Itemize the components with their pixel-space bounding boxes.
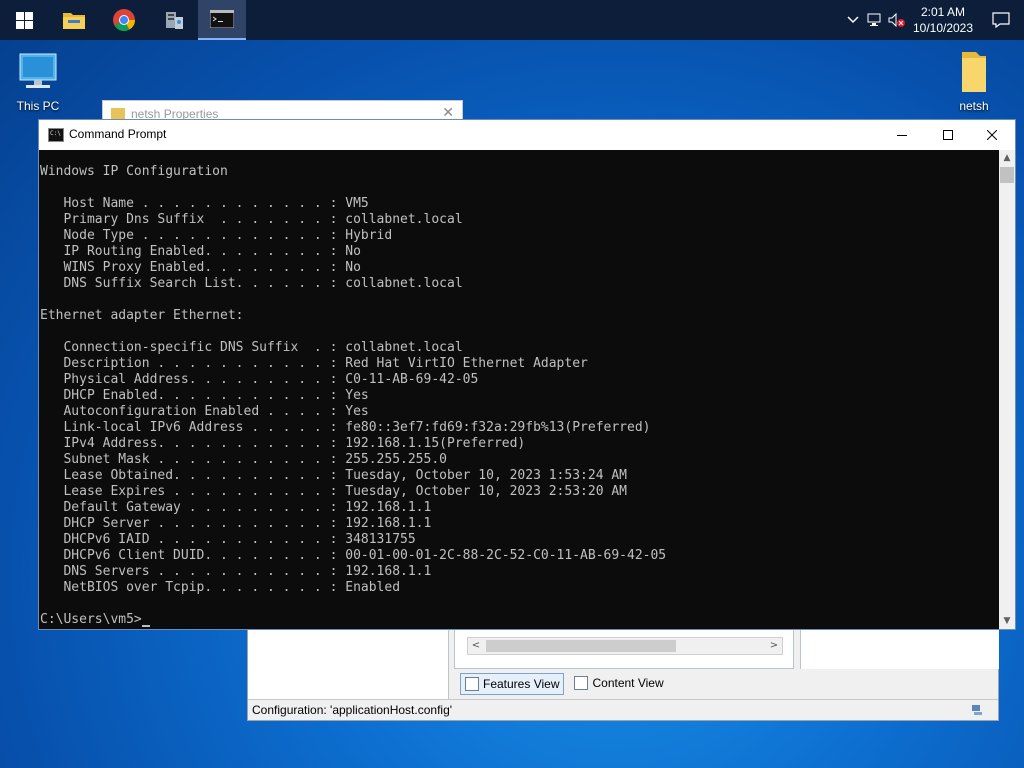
notification-icon <box>992 12 1010 28</box>
iis-manager-window: < > Features View Content View Configura… <box>247 620 999 721</box>
server-manager-icon <box>166 12 183 29</box>
start-button[interactable] <box>0 0 48 40</box>
console-line: IPv4 Address. . . . . . . . . . . : 192.… <box>40 436 526 451</box>
desktop-icon-label: This PC <box>16 99 60 113</box>
console-line: DHCP Enabled. . . . . . . . . . . : Yes <box>40 388 369 403</box>
console-line: DHCPv6 IAID . . . . . . . . . . . : 3481… <box>40 532 416 547</box>
maximize-button[interactable] <box>925 120 971 150</box>
taskbar-file-explorer[interactable] <box>50 0 98 40</box>
taskbar: 2:01 AM 10/10/2023 <box>0 0 1024 40</box>
console-line: Lease Expires . . . . . . . . . . : Tues… <box>40 484 627 499</box>
console-line: IP Routing Enabled. . . . . . . . : No <box>40 244 361 259</box>
console-line: Host Name . . . . . . . . . . . . : VM5 <box>40 196 369 211</box>
tab-label: Content View <box>592 676 664 690</box>
console-line: Windows IP Configuration <box>40 164 228 179</box>
tab-content-view[interactable]: Content View <box>570 673 667 693</box>
taskbar-clock[interactable]: 2:01 AM 10/10/2023 <box>908 4 978 36</box>
cmd-icon <box>210 10 234 28</box>
network-status-button[interactable] <box>864 0 886 40</box>
system-tray: 2:01 AM 10/10/2023 <box>842 0 1024 40</box>
console-line: NetBIOS over Tcpip. . . . . . . . : Enab… <box>40 580 401 595</box>
console-line: Link-local IPv6 Address . . . . . : fe80… <box>40 420 651 435</box>
console-line: Connection-specific DNS Suffix . : colla… <box>40 340 463 355</box>
console-line: Description . . . . . . . . . . . : Red … <box>40 356 588 371</box>
scroll-down-icon[interactable]: ▼ <box>999 613 1015 629</box>
scrollbar-thumb[interactable] <box>486 640 676 652</box>
prompt-text: C:\Users\vm5> <box>40 612 142 627</box>
close-icon <box>987 130 997 140</box>
console-line: Physical Address. . . . . . . . . : C0-1… <box>40 372 479 387</box>
network-icon <box>972 705 982 715</box>
taskbar-chrome[interactable] <box>100 0 148 40</box>
network-icon <box>867 13 881 26</box>
desktop-icon-label: netsh <box>959 99 989 113</box>
console-line: DNS Servers . . . . . . . . . . . : 192.… <box>40 564 432 579</box>
minimize-icon <box>897 135 907 136</box>
scroll-right-icon[interactable]: > <box>766 638 782 654</box>
volume-muted-icon <box>888 13 905 27</box>
console-line: Node Type . . . . . . . . . . . . : Hybr… <box>40 228 393 243</box>
console-line: Default Gateway . . . . . . . . . : 192.… <box>40 500 432 515</box>
content-view-icon <box>574 676 589 690</box>
windows-logo-icon <box>15 11 33 29</box>
desktop-icon-netsh[interactable]: netsh <box>938 50 1010 113</box>
features-view-icon <box>465 677 479 691</box>
console-line: Ethernet adapter Ethernet: <box>40 308 244 323</box>
console-line: WINS Proxy Enabled. . . . . . . . : No <box>40 260 361 275</box>
scroll-up-icon[interactable]: ▲ <box>999 150 1015 166</box>
title-bar[interactable]: Command Prompt <box>39 120 1015 150</box>
volume-button[interactable] <box>886 0 908 40</box>
taskbar-server-manager[interactable] <box>150 0 198 40</box>
desktop-icon-this-pc[interactable]: This PC <box>2 50 74 113</box>
chevron-up-icon <box>847 16 859 24</box>
scroll-left-icon[interactable]: < <box>468 638 484 654</box>
chrome-icon <box>113 9 135 31</box>
console-line: Autoconfiguration Enabled . . . . : Yes <box>40 404 369 419</box>
clock-date: 10/10/2023 <box>912 21 974 35</box>
taskbar-command-prompt[interactable] <box>198 0 246 40</box>
console-line: Subnet Mask . . . . . . . . . . . : 255.… <box>40 452 447 467</box>
clock-time: 2:01 AM <box>920 5 966 19</box>
scrollbar-thumb[interactable] <box>1000 167 1014 183</box>
connections-pane[interactable] <box>248 621 449 699</box>
cmd-icon <box>48 128 64 142</box>
computer-icon <box>19 53 57 88</box>
console-line: Lease Obtained. . . . . . . . . . : Tues… <box>40 468 627 483</box>
horizontal-scrollbar[interactable]: < > <box>467 637 783 655</box>
console-output[interactable]: Windows IP Configuration Host Name . . .… <box>39 150 999 629</box>
command-prompt-line[interactable]: C:\Users\vm5> <box>40 612 999 628</box>
show-hidden-icons-button[interactable] <box>842 0 864 40</box>
console-line: DHCPv6 Client DUID. . . . . . . . : 00-0… <box>40 548 667 563</box>
command-prompt-window[interactable]: Command Prompt Windows IP Configuration … <box>38 119 1016 630</box>
tab-features-view[interactable]: Features View <box>460 673 565 695</box>
status-bar: Configuration: 'applicationHost.config' <box>248 699 998 720</box>
console-line: DNS Suffix Search List. . . . . . : coll… <box>40 276 463 291</box>
text-cursor <box>141 625 150 627</box>
folder-icon <box>111 108 125 119</box>
tab-label: Features View <box>483 677 560 691</box>
minimize-button[interactable] <box>879 120 925 150</box>
maximize-icon <box>943 130 953 140</box>
console-line: Primary Dns Suffix . . . . . . . : colla… <box>40 212 463 227</box>
status-text: Configuration: 'applicationHost.config' <box>252 703 453 717</box>
close-button[interactable] <box>969 120 1015 150</box>
folder-icon <box>63 13 85 29</box>
window-title: Command Prompt <box>69 127 167 141</box>
console-line: DHCP Server . . . . . . . . . . . : 192.… <box>40 516 432 531</box>
folder-icon <box>962 52 986 92</box>
action-center-button[interactable] <box>978 0 1024 40</box>
view-tabs: Features View Content View <box>460 673 668 695</box>
vertical-scrollbar[interactable]: ▲ ▼ <box>999 150 1015 629</box>
